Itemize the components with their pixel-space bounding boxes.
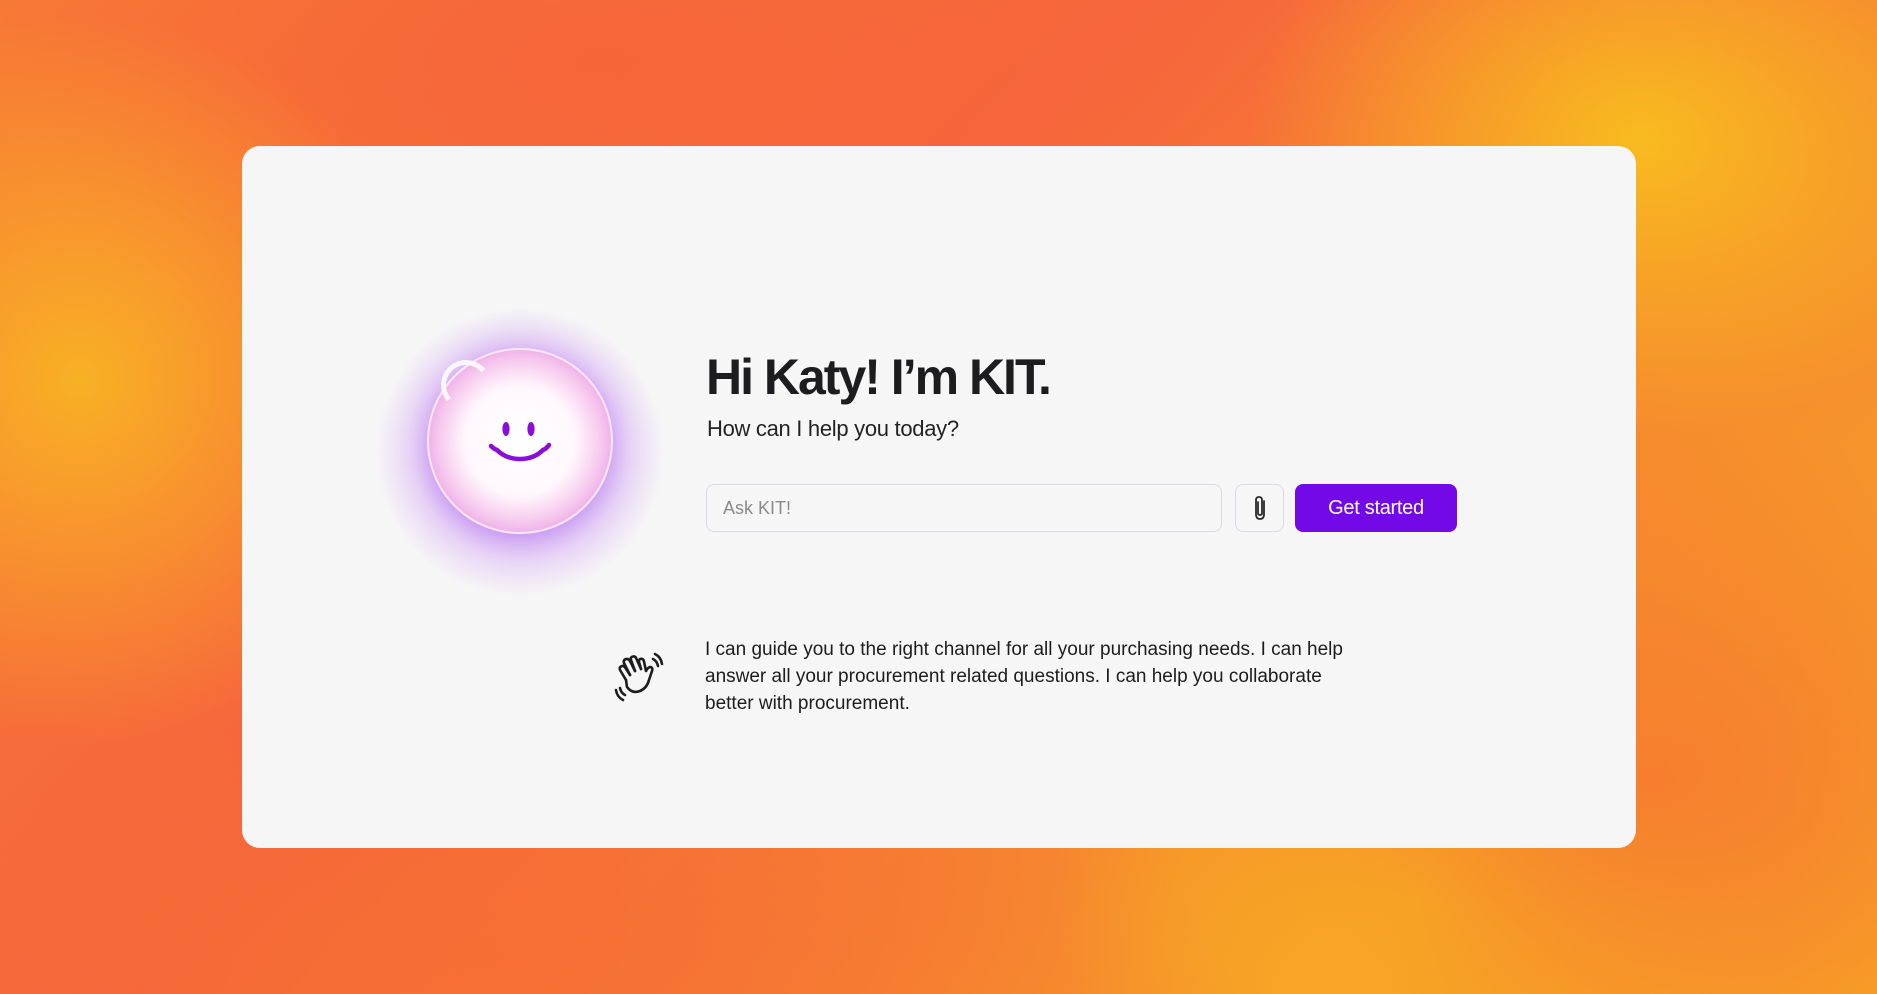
attach-file-button[interactable]	[1235, 484, 1284, 532]
kit-avatar	[374, 306, 666, 598]
paperclip-icon	[1254, 496, 1265, 520]
smiley-face-icon	[488, 422, 552, 462]
greeting-subtitle: How can I help you today?	[707, 416, 959, 441]
waving-hand-icon	[614, 652, 664, 702]
ask-kit-input[interactable]	[706, 484, 1222, 532]
greeting-title: Hi Katy! I’m KIT.	[706, 349, 1052, 405]
avatar-orb	[427, 348, 613, 534]
kit-description-text: I can guide you to the right channel for…	[705, 639, 1343, 714]
get-started-button[interactable]: Get started	[1295, 484, 1457, 532]
